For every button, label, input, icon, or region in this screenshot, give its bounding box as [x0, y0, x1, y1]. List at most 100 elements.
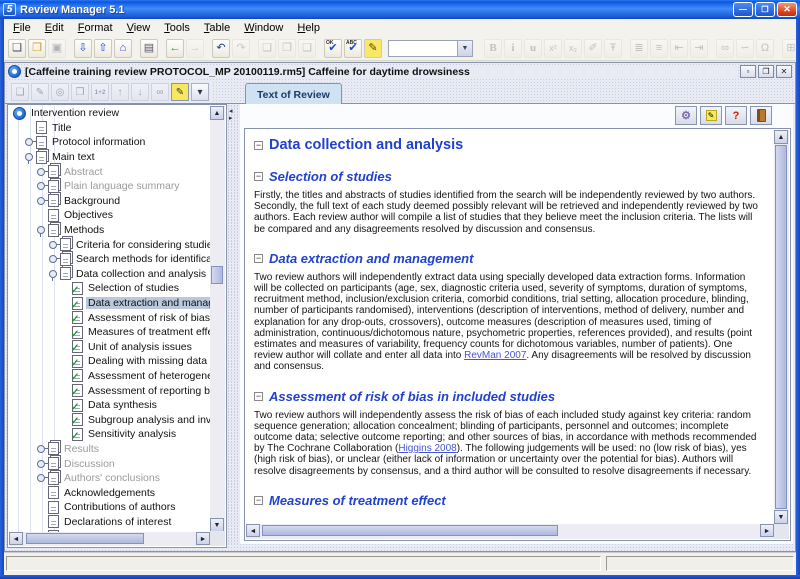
tree-item[interactable]: Criteria for considering studies fo	[9, 237, 210, 252]
numbered-list-button[interactable]: ≡	[650, 39, 668, 58]
collapse-section-icon[interactable]: −	[254, 496, 263, 505]
doc-minimize-button[interactable]: ▫	[740, 65, 756, 78]
new-review-button[interactable]: ❏	[8, 39, 26, 58]
expand-handle-icon[interactable]	[25, 151, 36, 163]
tree-item[interactable]: Sensitivity analysis	[9, 427, 210, 442]
archie-home-button[interactable]: ⌂	[114, 39, 132, 58]
tree-item[interactable]: Assessment of reporting bias	[9, 383, 210, 398]
tree-item[interactable]: Plain language summary	[9, 179, 210, 194]
close-button[interactable]: ✕	[777, 2, 797, 17]
paste-button[interactable]: ❑	[298, 39, 316, 58]
menu-file[interactable]: File	[6, 21, 38, 35]
tree-item[interactable]: Results	[9, 442, 210, 457]
maximize-button[interactable]: ❐	[755, 2, 775, 17]
back-button[interactable]: ←	[166, 39, 184, 58]
scroll-up-icon[interactable]: ▲	[774, 130, 788, 144]
view-item-button[interactable]: ◎	[51, 83, 69, 101]
tree-horizontal-scrollbar[interactable]: ◄ ►	[9, 532, 210, 546]
tree-item[interactable]: Subgroup analysis and inves	[9, 412, 210, 427]
move-down-button[interactable]: ↓	[131, 83, 149, 101]
notes-toggle-button[interactable]: ✎	[171, 83, 189, 101]
scroll-right-icon[interactable]: ►	[196, 532, 210, 545]
tree-item[interactable]: Main text	[9, 150, 210, 165]
tree-item[interactable]: Assessment of heterogeneity	[9, 369, 210, 384]
tree-item[interactable]: Unit of analysis issues	[9, 340, 210, 355]
menu-help[interactable]: Help	[290, 21, 327, 35]
scroll-up-icon[interactable]: ▲	[210, 106, 224, 120]
expand-handle-icon[interactable]	[49, 253, 60, 265]
content-hscroll-thumb[interactable]	[262, 525, 558, 536]
tree-item[interactable]: Methods	[9, 223, 210, 238]
handbook-button[interactable]	[750, 106, 772, 125]
tree-item[interactable]: Discussion	[9, 456, 210, 471]
collapse-section-icon[interactable]: −	[254, 141, 263, 150]
tree-item[interactable]: Measures of treatment effect	[9, 325, 210, 340]
italic-button[interactable]: i	[504, 39, 522, 58]
save-button[interactable]: ▣	[48, 39, 66, 58]
reference-link[interactable]: RevMan 2007	[464, 350, 526, 361]
tree-item[interactable]: Contributions of authors	[9, 500, 210, 515]
menu-edit[interactable]: Edit	[38, 21, 71, 35]
expand-handle-icon[interactable]	[37, 180, 48, 192]
content-horizontal-scrollbar[interactable]: ◄ ►	[246, 524, 774, 539]
scroll-right-icon[interactable]: ►	[760, 524, 774, 537]
tree-item[interactable]: Authors' conclusions	[9, 471, 210, 486]
scroll-left-icon[interactable]: ◄	[246, 524, 260, 537]
bullet-list-button[interactable]: ≣	[630, 39, 648, 58]
content-vscroll-thumb[interactable]	[775, 145, 787, 509]
tree-item[interactable]: Data collection and analysis	[9, 267, 210, 282]
spellcheck-button[interactable]: ABC✔	[344, 39, 362, 58]
help-button[interactable]: ?	[725, 106, 747, 125]
strike-button[interactable]: Ŧ	[604, 39, 622, 58]
combo-dropdown-icon[interactable]: ▼	[458, 40, 473, 57]
text-scroll-area[interactable]: −Data collection and analysis−Selection …	[246, 130, 774, 524]
style-combo[interactable]	[388, 40, 458, 57]
expand-handle-icon[interactable]	[37, 224, 48, 236]
highlight-button[interactable]: ✐	[584, 39, 602, 58]
insert-ref-button[interactable]: ∽	[736, 39, 754, 58]
note-button[interactable]: ✎	[700, 106, 722, 125]
print-button[interactable]: ▤	[140, 39, 158, 58]
expand-handle-icon[interactable]	[49, 268, 60, 280]
underline-button[interactable]: u	[524, 39, 542, 58]
collapse-section-icon[interactable]: −	[254, 254, 263, 263]
scroll-down-icon[interactable]: ▼	[210, 518, 224, 532]
tree-item[interactable]: Title	[9, 121, 210, 136]
outdent-button[interactable]: ⇤	[670, 39, 688, 58]
cut-button[interactable]: ❏	[258, 39, 276, 58]
notes-menu-button[interactable]: ▾	[191, 83, 209, 101]
minimize-button[interactable]: —	[733, 2, 753, 17]
tree-item[interactable]: Protocol information	[9, 135, 210, 150]
tree-item[interactable]: Declarations of interest	[9, 515, 210, 530]
metadata-button[interactable]: ⚙	[675, 106, 697, 125]
document-titlebar[interactable]: [Caffeine training review PROTOCOL_MP 20…	[5, 63, 795, 80]
renumber-button[interactable]: 1+2	[91, 83, 109, 101]
copy-button[interactable]: ❐	[278, 39, 296, 58]
open-button[interactable]: ❒	[28, 39, 46, 58]
tree-item[interactable]: Search methods for identification	[9, 252, 210, 267]
tree-vertical-scrollbar[interactable]: ▲ ▼	[210, 106, 225, 532]
link-button[interactable]: ∞	[151, 83, 169, 101]
tree-item[interactable]: Abstract	[9, 164, 210, 179]
doc-restore-button[interactable]: ❐	[758, 65, 774, 78]
expand-handle-icon[interactable]	[37, 443, 48, 455]
move-up-button[interactable]: ↑	[111, 83, 129, 101]
insert-link-button[interactable]: ∞	[716, 39, 734, 58]
undo-button[interactable]: ↶	[212, 39, 230, 58]
forward-button[interactable]: →	[186, 39, 204, 58]
expand-handle-icon[interactable]	[37, 195, 48, 207]
expand-handle-icon[interactable]	[49, 239, 60, 251]
tree-vscroll-thumb[interactable]	[211, 266, 223, 284]
splitter-arrows-icon[interactable]: ◂ ▸	[229, 108, 233, 122]
tree-hscroll-thumb[interactable]	[26, 533, 144, 544]
content-vertical-scrollbar[interactable]: ▲ ▼	[774, 130, 789, 524]
tree-item[interactable]: Data synthesis	[9, 398, 210, 413]
tree-item[interactable]: Intervention review	[9, 106, 210, 121]
tree-item[interactable]: Objectives	[9, 208, 210, 223]
scroll-left-icon[interactable]: ◄	[9, 532, 23, 545]
tree-item[interactable]: Background	[9, 194, 210, 209]
menu-view[interactable]: View	[120, 21, 158, 35]
redo-button[interactable]: ↷	[232, 39, 250, 58]
add-item-button[interactable]: ❏	[11, 83, 29, 101]
bold-button[interactable]: B	[484, 39, 502, 58]
